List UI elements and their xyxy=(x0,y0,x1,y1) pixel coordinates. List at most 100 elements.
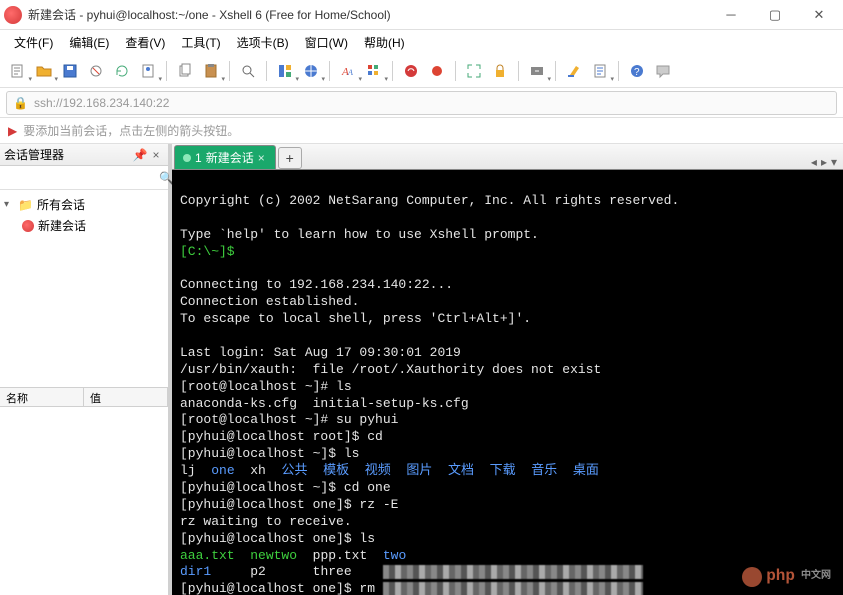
hintbar: ▶ 要添加当前会话，点击左侧的箭头按钮。 xyxy=(0,118,843,144)
minimize-button[interactable]: ─ xyxy=(711,2,751,28)
properties-button[interactable]: ▾ xyxy=(136,59,160,83)
term-dir: 公共 xyxy=(281,463,307,478)
folder-icon: 📁 xyxy=(18,198,33,212)
lock-button[interactable] xyxy=(488,59,512,83)
layout-button[interactable]: ▾ xyxy=(273,59,297,83)
save-button[interactable] xyxy=(58,59,82,83)
content-area: 1 新建会话 × + ◂ ▸ ▾ Copyright (c) 2002 NetS… xyxy=(172,144,843,595)
hint-text: 要添加当前会话，点击左侧的箭头按钮。 xyxy=(23,122,239,139)
help-button[interactable]: ? xyxy=(625,59,649,83)
tab-nav: ◂ ▸ ▾ xyxy=(811,155,843,169)
address-input[interactable]: 🔒 ssh://192.168.234.140:22 xyxy=(6,91,837,115)
sidebar-header: 会话管理器 📌 × xyxy=(0,144,168,166)
col-value[interactable]: 值 xyxy=(84,388,168,406)
term-line: /usr/bin/xauth: file /root/.Xauthority d… xyxy=(180,362,601,377)
copy-button[interactable] xyxy=(173,59,197,83)
term-file: two xyxy=(383,548,406,563)
watermark-icon xyxy=(742,567,762,587)
maximize-button[interactable]: ▢ xyxy=(755,2,795,28)
term-dir: 音乐 xyxy=(531,463,557,478)
term-line: [root@localhost ~]# ls xyxy=(180,379,352,394)
lock-icon: 🔒 xyxy=(13,96,28,110)
tree-root[interactable]: ▾ 📁 所有会话 xyxy=(4,194,164,215)
address-text: ssh://192.168.234.140:22 xyxy=(34,96,169,110)
tab-close-icon[interactable]: × xyxy=(258,151,265,165)
menu-file[interactable]: 文件(F) xyxy=(8,32,59,53)
term-file: dir1 xyxy=(180,564,211,579)
term-dir: 图片 xyxy=(406,463,432,478)
session-icon xyxy=(22,220,34,232)
tab-next-icon[interactable]: ▸ xyxy=(821,155,827,169)
toolbar: ▾ ▾ ▾ ▾ ▾ ▾ AA▾ ▾ ▾ ▾ ? xyxy=(0,54,843,88)
menu-tools[interactable]: 工具(T) xyxy=(175,32,226,53)
search-button[interactable] xyxy=(236,59,260,83)
terminal[interactable]: Copyright (c) 2002 NetSarang Computer, I… xyxy=(172,170,843,595)
term-line: [pyhui@localhost one]$ rm xyxy=(180,581,383,595)
term-dir: 模板 xyxy=(323,463,349,478)
menu-tabs[interactable]: 选项卡(B) xyxy=(231,32,295,53)
sidebar-search[interactable]: 🔍 xyxy=(0,166,168,190)
paste-button[interactable]: ▾ xyxy=(199,59,223,83)
term-line: [root@localhost ~]# su pyhui xyxy=(180,412,398,427)
menubar: 文件(F) 编辑(E) 查看(V) 工具(T) 选项卡(B) 窗口(W) 帮助(… xyxy=(0,30,843,54)
watermark-sub: 中文网 xyxy=(801,570,831,583)
addressbar: 🔒 ssh://192.168.234.140:22 xyxy=(0,88,843,118)
pin-icon[interactable]: 📌 xyxy=(132,148,148,162)
watermark-brand: php xyxy=(766,566,795,587)
term-dir: 文档 xyxy=(448,463,474,478)
term-dir: 桌面 xyxy=(573,463,599,478)
term-file: newtwo xyxy=(250,548,297,563)
menu-help[interactable]: 帮助(H) xyxy=(358,32,411,53)
redacted-area xyxy=(383,582,643,595)
term-line: Connection established. xyxy=(180,294,359,309)
record-button[interactable] xyxy=(425,59,449,83)
sidebar-title: 会话管理器 xyxy=(4,146,132,163)
term-line: [pyhui@localhost one]$ ls xyxy=(180,531,375,546)
fullscreen-button[interactable] xyxy=(462,59,486,83)
session-manager: 会话管理器 📌 × 🔍 ▾ 📁 所有会话 新建会话 名称 值 xyxy=(0,144,172,595)
watermark: php 中文网 xyxy=(742,566,831,587)
close-button[interactable]: ✕ xyxy=(799,2,839,28)
term-line: rz waiting to receive. xyxy=(180,514,352,529)
tree-session[interactable]: 新建会话 xyxy=(4,215,164,236)
highlight-button[interactable] xyxy=(562,59,586,83)
col-name[interactable]: 名称 xyxy=(0,388,84,406)
term-line: Copyright (c) 2002 NetSarang Computer, I… xyxy=(180,193,679,208)
reconnect-button[interactable] xyxy=(110,59,134,83)
tab-prev-icon[interactable]: ◂ xyxy=(811,155,817,169)
tab-add-button[interactable]: + xyxy=(278,147,302,169)
font-button[interactable]: AA▾ xyxy=(336,59,360,83)
term-line: [pyhui@localhost ~]$ cd one xyxy=(180,480,391,495)
menu-window[interactable]: 窗口(W) xyxy=(299,32,354,53)
color-button[interactable]: ▾ xyxy=(362,59,386,83)
menu-view[interactable]: 查看(V) xyxy=(119,32,171,53)
flag-icon: ▶ xyxy=(8,124,17,138)
new-session-button[interactable]: ▾ xyxy=(6,59,30,83)
term-dir: 下载 xyxy=(490,463,516,478)
sidebar-search-input[interactable] xyxy=(4,171,159,185)
term-line: [pyhui@localhost root]$ cd xyxy=(180,429,383,444)
term-dir: xh xyxy=(250,463,266,478)
sidebar-close-icon[interactable]: × xyxy=(148,148,164,162)
script-button[interactable]: ▾ xyxy=(588,59,612,83)
comment-button[interactable] xyxy=(651,59,675,83)
tab-label: 新建会话 xyxy=(206,149,254,166)
disconnect-button[interactable] xyxy=(84,59,108,83)
menu-edit[interactable]: 编辑(E) xyxy=(63,32,115,53)
transfer-button[interactable]: ▾ xyxy=(525,59,549,83)
tree-session-label: 新建会话 xyxy=(38,217,86,234)
tabbar: 1 新建会话 × + ◂ ▸ ▾ xyxy=(172,144,843,170)
term-file: three xyxy=(313,564,352,579)
xagent-button[interactable] xyxy=(399,59,423,83)
term-line: Last login: Sat Aug 17 09:30:01 2019 xyxy=(180,345,461,360)
term-file: ppp.txt xyxy=(313,548,368,563)
term-dir: one xyxy=(211,463,234,478)
tab-menu-icon[interactable]: ▾ xyxy=(831,155,837,169)
tree-root-label: 所有会话 xyxy=(37,196,85,213)
globe-button[interactable]: ▾ xyxy=(299,59,323,83)
term-line: Type `help' to learn how to use Xshell p… xyxy=(180,227,539,242)
open-button[interactable]: ▾ xyxy=(32,59,56,83)
tab-session-1[interactable]: 1 新建会话 × xyxy=(174,145,276,169)
titlebar: 新建会话 - pyhui@localhost:~/one - Xshell 6 … xyxy=(0,0,843,30)
tab-index: 1 xyxy=(195,151,202,165)
